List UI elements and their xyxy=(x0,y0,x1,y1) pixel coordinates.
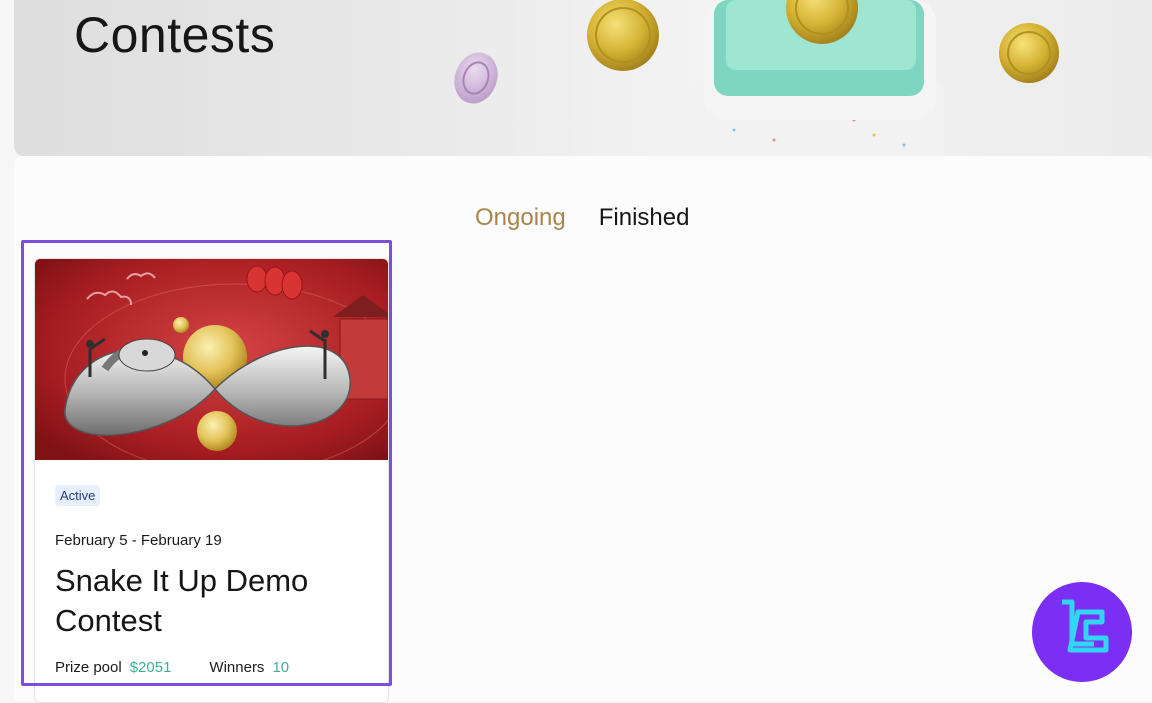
card-highlight-frame xyxy=(21,240,392,686)
hero-banner: Contests xyxy=(14,0,1152,156)
coin-icon xyxy=(454,52,498,104)
brand-logo-icon[interactable] xyxy=(1032,582,1132,682)
hero-illustration xyxy=(454,0,1059,156)
tab-finished[interactable]: Finished xyxy=(599,204,690,232)
coin-icon xyxy=(999,23,1059,83)
coin-icon xyxy=(587,0,659,71)
contest-tabs: Ongoing Finished xyxy=(475,204,689,232)
tab-ongoing[interactable]: Ongoing xyxy=(475,204,566,232)
